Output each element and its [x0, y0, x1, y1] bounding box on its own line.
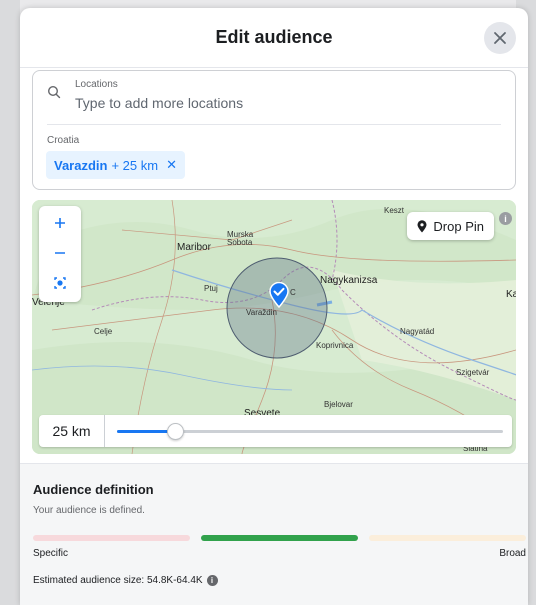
zoom-out-button[interactable]: [39, 238, 81, 268]
close-button[interactable]: [484, 22, 516, 54]
edit-audience-dialog: Edit audience Locations Croatia Varazdin…: [20, 8, 528, 605]
dialog-header: Edit audience: [20, 8, 528, 68]
audience-estimate-text: Estimated audience size: 54.8K-64.4K: [33, 575, 203, 586]
radius-slider[interactable]: [117, 423, 503, 440]
recenter-button[interactable]: [39, 268, 81, 298]
remove-location-icon[interactable]: ✕: [166, 157, 177, 173]
location-pin-icon[interactable]: [268, 282, 290, 308]
audience-meter-defined: [201, 535, 358, 541]
audience-title: Audience definition: [33, 482, 154, 497]
radius-slider-thumb[interactable]: [166, 423, 184, 440]
map-label-keszt: Keszt: [384, 206, 405, 215]
location-chip[interactable]: Varazdin + 25 km ✕: [46, 151, 185, 179]
map-zoom-controls: [39, 206, 81, 302]
zoom-in-button[interactable]: [39, 208, 81, 238]
map-label-nagyatad: Nagyatád: [400, 327, 435, 336]
map-label-varazdin: Varaždin: [246, 308, 277, 317]
location-search: Locations: [47, 71, 501, 125]
search-icon: [47, 85, 61, 99]
map-label-sobota: Sobota: [227, 238, 253, 247]
map-label-koprivnica: Koprivnica: [316, 341, 354, 350]
locations-card: Locations Croatia Varazdin + 25 km ✕: [32, 70, 516, 190]
specific-label: Specific: [33, 548, 69, 559]
map-label-bjelovar: Bjelovar: [324, 400, 353, 409]
radius-value[interactable]: 25 km: [39, 415, 105, 447]
audience-status: Your audience is defined.: [33, 505, 145, 516]
map-label-szigetvar: Szigetvár: [456, 368, 490, 377]
map-label-kapo: Kapo: [506, 289, 516, 300]
drop-pin-label: Drop Pin: [433, 218, 484, 234]
locations-label: Locations: [75, 79, 118, 90]
audience-estimate: Estimated audience size: 54.8K-64.4K i: [33, 575, 218, 586]
drop-pin-button[interactable]: Drop Pin: [407, 212, 494, 240]
chip-radius: + 25 km: [111, 157, 159, 173]
plus-icon: [55, 218, 65, 228]
dialog-title: Edit audience: [215, 27, 333, 47]
broad-label: Broad: [499, 548, 526, 559]
audience-meter-broad: [369, 535, 526, 541]
audience-meter-specific: [33, 535, 190, 541]
background-page-left: [0, 0, 20, 605]
location-map[interactable]: Maribor Murska Sobota Ptuj Velenje Celje…: [32, 200, 516, 454]
close-icon: [494, 32, 506, 44]
minus-icon: [55, 252, 65, 254]
map-label-ptuj: Ptuj: [204, 284, 218, 293]
target-location-icon: [54, 277, 66, 289]
info-icon[interactable]: i: [499, 212, 512, 225]
audience-definition-panel: Audience definition Your audience is def…: [20, 463, 528, 605]
map-label-c: C: [290, 288, 296, 297]
map-label-celje: Celje: [94, 327, 113, 336]
map-label-maribor: Maribor: [177, 242, 211, 253]
map-pin-icon: [417, 219, 427, 232]
radius-control: 25 km: [39, 415, 512, 447]
info-icon[interactable]: i: [206, 575, 218, 586]
chip-city: Varazdin: [54, 157, 108, 173]
map-label-nagykanizsa: Nagykanizsa: [320, 275, 378, 286]
location-search-input[interactable]: [75, 95, 495, 111]
country-label: Croatia: [47, 135, 80, 146]
